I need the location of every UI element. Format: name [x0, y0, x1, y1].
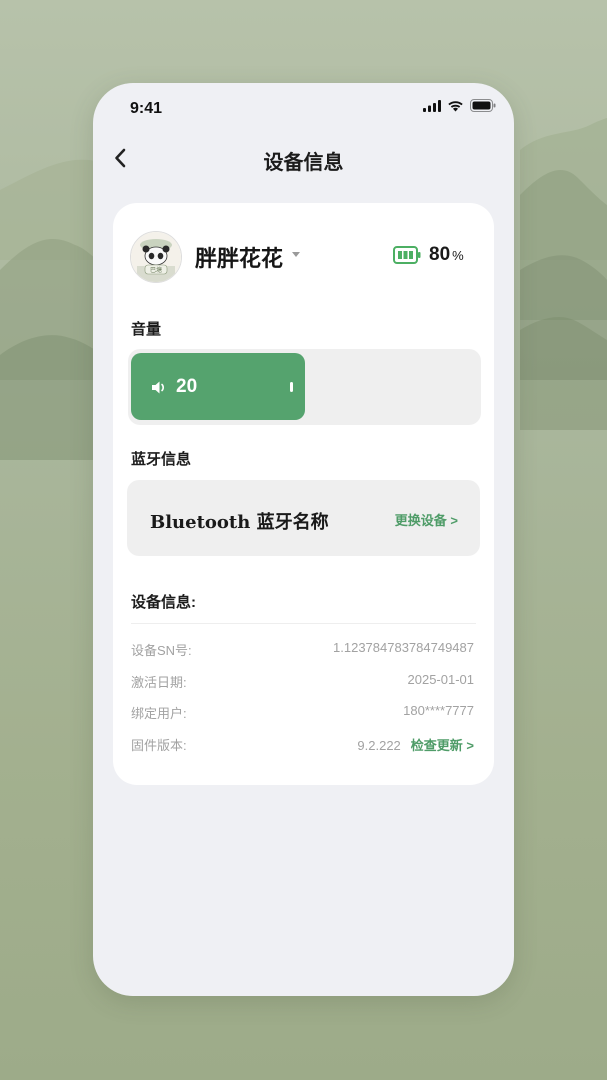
- signal-icon: [423, 99, 441, 112]
- change-device-link[interactable]: 更换设备 >: [395, 510, 458, 529]
- device-name[interactable]: 胖胖花花: [195, 241, 283, 273]
- battery-status-icon: [470, 99, 496, 112]
- status-icons: [423, 99, 496, 112]
- info-label: 激活日期:: [131, 675, 187, 690]
- device-card: 巴塘 胖胖花花 80% 音量 20 蓝牙信息 Bluetooth 蓝牙名称 更换…: [113, 203, 494, 785]
- status-bar: 9:41: [93, 83, 514, 133]
- page-title: 设备信息: [263, 152, 344, 174]
- panda-avatar-image: 巴塘: [131, 232, 181, 282]
- firmware-value-wrap: 9.2.222 检查更新 >: [357, 735, 474, 754]
- bluetooth-box: Bluetooth 蓝牙名称 更换设备 >: [127, 480, 480, 556]
- info-row-sn: 设备SN号: 1.123784783784749487: [131, 640, 474, 660]
- firmware-version: 9.2.222: [357, 738, 401, 753]
- nav-bar: 设备信息: [93, 138, 514, 178]
- divider: [131, 623, 476, 624]
- caret-down-icon[interactable]: [291, 251, 301, 258]
- info-label: 设备SN号:: [131, 643, 192, 658]
- volume-label: 音量: [131, 320, 162, 338]
- wifi-icon: [448, 100, 463, 111]
- info-value: 2025-01-01: [407, 672, 475, 687]
- info-label: 绑定用户:: [131, 706, 187, 721]
- device-info-title: 设备信息:: [131, 594, 196, 611]
- volume-slider[interactable]: 20: [128, 349, 481, 425]
- volume-fill[interactable]: 20: [131, 353, 305, 420]
- volume-value: 20: [176, 376, 198, 397]
- status-time: 9:41: [130, 100, 163, 117]
- info-value: 1.123784783784749487: [333, 640, 474, 655]
- info-value: 180****7777: [403, 703, 474, 718]
- bluetooth-label: 蓝牙信息: [131, 450, 192, 468]
- info-row-firmware: 固件版本: 9.2.222 检查更新 >: [131, 735, 474, 755]
- info-row-activation: 激活日期: 2025-01-01: [131, 672, 474, 692]
- info-label: 固件版本:: [131, 738, 187, 753]
- speaker-icon: [152, 381, 164, 394]
- device-avatar[interactable]: 巴塘: [130, 231, 182, 283]
- info-row-user: 绑定用户: 180****7777: [131, 703, 474, 723]
- battery-value: 80: [429, 244, 451, 265]
- check-update-link[interactable]: 检查更新 >: [411, 738, 474, 753]
- avatar-label: 巴塘: [150, 266, 162, 274]
- battery-indicator: 80%: [393, 244, 464, 266]
- battery-icon: [393, 246, 421, 264]
- battery-unit: %: [452, 248, 464, 263]
- phone-screen: 9:41 设备信息 巴塘 胖胖花花 80 % 音量 20 蓝牙信息 Blueto…: [93, 83, 514, 996]
- bluetooth-name: Bluetooth 蓝牙名称: [150, 512, 329, 533]
- volume-handle[interactable]: [290, 382, 293, 392]
